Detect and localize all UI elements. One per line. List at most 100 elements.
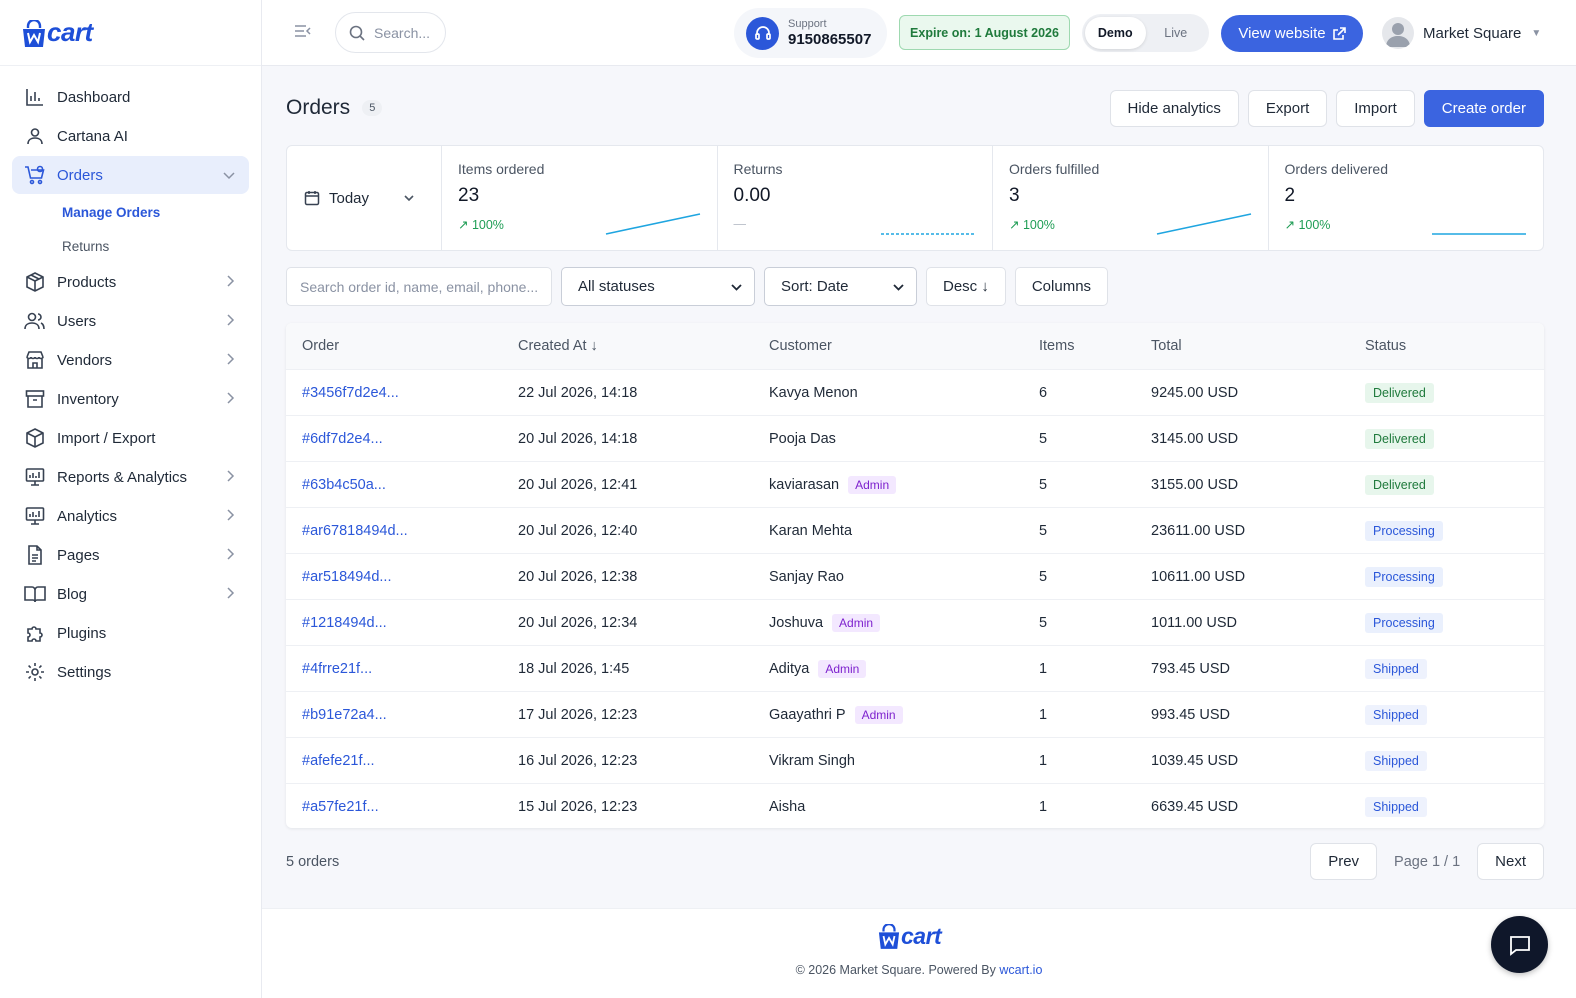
create-order-button[interactable]: Create order xyxy=(1423,90,1544,127)
chevron-down-icon xyxy=(404,191,423,205)
powered-by-link[interactable]: wcart.io xyxy=(999,963,1042,977)
order-id-link[interactable]: #3456f7d2e4... xyxy=(302,385,399,401)
date-range-select[interactable]: Today xyxy=(287,146,442,250)
created-at-cell: 16 Jul 2026, 12:23 xyxy=(518,752,638,769)
table-row[interactable]: #63b4c50a... 20 Jul 2026, 12:41 kaviarasan… xyxy=(286,461,1544,507)
sidebar-item-orders[interactable]: Orders xyxy=(12,156,249,194)
stat-value: 0.00 xyxy=(733,185,771,206)
customer-name: Aisha xyxy=(769,798,806,815)
profile-menu[interactable]: Market Square ▼ xyxy=(1382,16,1541,50)
next-page-button[interactable]: Next xyxy=(1477,843,1544,880)
sidebar-item-label: Cartana AI xyxy=(57,127,128,145)
support-contact[interactable]: Support 9150865507 xyxy=(734,8,887,58)
items-cell: 1 xyxy=(1039,706,1048,723)
order-id-link[interactable]: #1218494d... xyxy=(302,615,387,631)
table-row[interactable]: #1218494d... 20 Jul 2026, 12:34 Joshuva Adm… xyxy=(286,599,1544,645)
stat-label: Returns xyxy=(733,161,783,177)
customer-cell: Joshuva Admin xyxy=(769,613,1039,632)
admin-badge: Admin xyxy=(818,659,867,678)
export-button[interactable]: Export xyxy=(1247,90,1328,127)
table-row[interactable]: #a57fe21f... 15 Jul 2026, 12:23 Aisha 1 6639… xyxy=(286,783,1544,828)
total-cell: 1011.00 USD xyxy=(1151,614,1237,631)
table-row[interactable]: #b91e72a4... 17 Jul 2026, 12:23 Gaayathri … xyxy=(286,691,1544,737)
columns-button[interactable]: Columns xyxy=(1014,267,1109,306)
created-at-cell: 20 Jul 2026, 12:34 xyxy=(518,614,638,631)
chevron-right-icon xyxy=(227,313,235,329)
monitor-chart-icon xyxy=(24,505,46,527)
chevron-right-icon xyxy=(227,352,235,368)
status-badge: Delivered xyxy=(1365,474,1434,495)
sidebar-subitem-manage-orders[interactable]: Manage Orders xyxy=(0,195,261,229)
sidebar-item-dashboard[interactable]: Dashboard xyxy=(12,78,249,116)
sort-direction-button[interactable]: Desc ↓ xyxy=(926,267,1006,306)
order-id-link[interactable]: #63b4c50a... xyxy=(302,477,386,493)
col-created-at[interactable]: Created At ↓ xyxy=(518,338,769,354)
sidebar-item-analytics[interactable]: Analytics xyxy=(12,497,249,535)
col-status[interactable]: Status xyxy=(1365,338,1544,354)
sidebar-item-products[interactable]: Products xyxy=(12,263,249,301)
customer-name: Joshuva xyxy=(769,614,824,631)
sidebar-item-cartana-ai[interactable]: Cartana AI xyxy=(12,117,249,155)
order-id-link[interactable]: #6df7d2e4... xyxy=(302,431,383,447)
col-items[interactable]: Items xyxy=(1039,338,1151,354)
package-icon xyxy=(24,427,46,449)
table-row[interactable]: #ar67818494d... 20 Jul 2026, 12:40 Karan M… xyxy=(286,507,1544,553)
hide-analytics-button[interactable]: Hide analytics xyxy=(1109,90,1239,127)
sidebar-nav: Dashboard Cartana AI Orders Manage Order… xyxy=(0,66,261,691)
col-total[interactable]: Total xyxy=(1151,338,1365,354)
chevron-right-icon xyxy=(227,586,235,602)
order-id-link[interactable]: #ar67818494d... xyxy=(302,523,408,539)
orders-count-text: 5 orders xyxy=(286,854,340,870)
table-row[interactable]: #6df7d2e4... 20 Jul 2026, 14:18 Pooja Das 5… xyxy=(286,415,1544,461)
external-link-icon xyxy=(1332,26,1346,40)
order-id-link[interactable]: #afefe21f... xyxy=(302,753,375,769)
sidebar-item-pages[interactable]: Pages xyxy=(12,536,249,574)
table-row[interactable]: #ar518494d... 20 Jul 2026, 12:38 Sanjay Ra… xyxy=(286,553,1544,599)
status-filter-select[interactable]: All statuses xyxy=(561,267,755,306)
col-customer[interactable]: Customer xyxy=(769,338,1039,354)
customer-cell: Karan Mehta xyxy=(769,523,1039,539)
menu-collapse-icon[interactable] xyxy=(294,23,312,42)
status-cell: Processing xyxy=(1365,520,1544,541)
table-row[interactable]: #4frre21f... 18 Jul 2026, 1:45 Aditya Admin… xyxy=(286,645,1544,691)
status-cell: Processing xyxy=(1365,566,1544,587)
table-row[interactable]: #afefe21f... 16 Jul 2026, 12:23 Vikram Sin… xyxy=(286,737,1544,783)
sidebar-item-import-export[interactable]: Import / Export xyxy=(12,419,249,457)
view-website-button[interactable]: View website xyxy=(1221,15,1363,52)
status-badge: Processing xyxy=(1365,520,1443,541)
sidebar-item-reports-analytics[interactable]: Reports & Analytics xyxy=(12,458,249,496)
status-cell: Delivered xyxy=(1365,382,1544,403)
prev-page-button[interactable]: Prev xyxy=(1310,843,1378,880)
sidebar-item-settings[interactable]: Settings xyxy=(12,653,249,691)
chat-button[interactable] xyxy=(1491,916,1548,973)
page-footer: cart © 2026 Market Square. Powered By wc… xyxy=(262,908,1576,998)
sidebar-item-label: Reports & Analytics xyxy=(57,468,188,486)
headset-icon xyxy=(746,16,779,50)
order-id-link[interactable]: #b91e72a4... xyxy=(302,707,387,723)
import-button[interactable]: Import xyxy=(1336,90,1415,127)
total-cell: 3145.00 USD xyxy=(1151,430,1239,447)
col-order[interactable]: Order xyxy=(286,338,518,354)
sidebar-item-users[interactable]: Users xyxy=(12,302,249,340)
users-icon xyxy=(24,310,46,332)
sort-select[interactable]: Sort: Date xyxy=(764,267,917,306)
order-search-input[interactable]: Search order id, name, email, phone... xyxy=(286,267,552,306)
brand-logo[interactable]: cart xyxy=(0,0,261,66)
header-search[interactable]: Search... xyxy=(335,12,446,53)
sidebar-item-label: Settings xyxy=(57,663,112,681)
table-row[interactable]: #3456f7d2e4... 22 Jul 2026, 14:18 Kavya Me… xyxy=(286,369,1544,415)
order-id-link[interactable]: #ar518494d... xyxy=(302,569,392,585)
sidebar-item-vendors[interactable]: Vendors xyxy=(12,341,249,379)
sidebar-item-label: Dashboard xyxy=(57,88,131,106)
customer-name: Vikram Singh xyxy=(769,752,855,769)
sidebar-subitem-returns[interactable]: Returns xyxy=(0,229,261,263)
mode-live-option[interactable]: Live xyxy=(1146,17,1207,49)
sidebar-item-blog[interactable]: Blog xyxy=(12,575,249,613)
sidebar-item-plugins[interactable]: Plugins xyxy=(12,614,249,652)
order-id-link[interactable]: #4frre21f... xyxy=(302,661,372,677)
mode-demo-option[interactable]: Demo xyxy=(1085,17,1146,49)
sidebar-item-inventory[interactable]: Inventory xyxy=(12,380,249,418)
created-at-cell: 15 Jul 2026, 12:23 xyxy=(518,798,638,815)
order-id-link[interactable]: #a57fe21f... xyxy=(302,799,379,815)
caret-down-icon: ▼ xyxy=(1531,27,1542,39)
